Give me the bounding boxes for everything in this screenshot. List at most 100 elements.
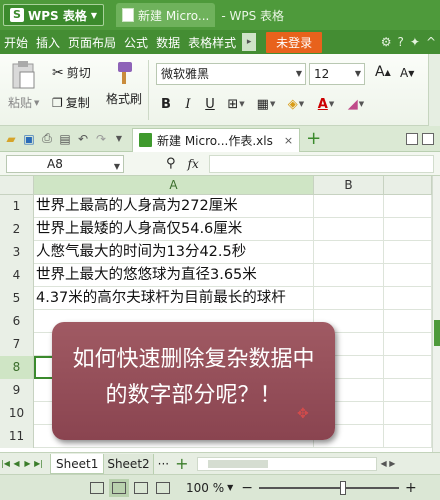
cell-c[interactable] [384,195,432,218]
row-header[interactable]: 4 [0,264,34,287]
row-header[interactable]: 7 [0,333,34,356]
ribbon-scrollbar[interactable] [428,54,440,126]
cell-a[interactable]: 人憋气最大的时间为13分42.5秒 [34,241,314,264]
cell-c[interactable] [384,379,432,402]
insert-function-button[interactable]: fx [188,157,199,171]
cell-c[interactable] [384,287,432,310]
cell-b[interactable] [314,287,384,310]
settings-icon[interactable]: ⚙ [381,35,392,49]
font-color-button[interactable]: A ▼ [312,94,340,114]
select-all-corner[interactable] [0,176,34,195]
paste-icon[interactable] [10,60,36,90]
cell-c[interactable] [384,241,432,264]
row-header[interactable]: 9 [0,379,34,402]
restore-icon[interactable] [406,132,418,145]
clear-format-button[interactable]: ◢ ▼ [342,94,370,114]
cell-b[interactable] [314,195,384,218]
menu-data[interactable]: 数据 [152,34,184,51]
sheet-tab-2[interactable]: Sheet2 [104,453,154,474]
row-header[interactable]: 8 [0,356,34,379]
zoom-slider[interactable] [259,480,400,495]
menu-home[interactable]: 开始 [0,34,32,51]
cell-c[interactable] [384,425,432,448]
increase-font-button[interactable]: A ▲ [375,64,391,80]
page-break-view-icon[interactable] [134,481,148,494]
save-icon[interactable]: ▣ [22,132,36,146]
bold-button[interactable]: B [156,94,176,114]
copy-button[interactable]: ❐ 复制 [52,94,90,111]
more-sheets-button[interactable]: ··· [158,457,169,471]
new-tab-button[interactable]: + [306,128,321,149]
italic-button[interactable]: I [178,94,198,114]
magnifier-icon[interactable]: ⚲ [166,156,176,171]
fill-color-button[interactable]: ◈ ▼ [282,94,310,114]
zoom-in-button[interactable]: + [405,480,417,496]
cell-a[interactable]: 世界上最大的悠悠球为直径3.65米 [34,264,314,287]
cell-c[interactable] [384,218,432,241]
print-preview-icon[interactable]: ▤ [58,132,72,146]
formula-input[interactable] [208,154,434,173]
document-title-tab[interactable]: 新建 Micro... [116,3,216,27]
row-header[interactable]: 1 [0,195,34,218]
file-tab[interactable]: 新建 Micro...作表.xls × [132,127,301,152]
underline-button[interactable]: U [200,94,220,114]
vertical-scrollbar[interactable] [432,176,440,452]
paste-button[interactable]: 粘贴 ▼ [8,94,39,111]
menu-page-layout[interactable]: 页面布局 [64,34,120,51]
column-header-c[interactable] [384,176,432,195]
login-button[interactable]: 未登录 [266,31,323,53]
column-header-b[interactable]: B [314,176,384,195]
format-painter-button[interactable]: 格式刷 [104,60,144,107]
column-header-a[interactable]: A [34,176,314,195]
next-sheet-icon[interactable]: ▶ [22,459,33,468]
cell-b[interactable] [314,241,384,264]
undo-icon[interactable]: ↶ [76,132,90,146]
last-sheet-icon[interactable]: ▶| [33,459,44,468]
cell-b[interactable] [314,264,384,287]
normal-view-icon[interactable] [90,481,104,494]
merge-button[interactable]: ▦ ▼ [252,94,280,114]
cut-button[interactable]: ✂ 剪切 [52,64,91,81]
chevron-down-icon[interactable]: ▼ [227,483,233,492]
border-button[interactable]: ⊞ ▼ [222,94,250,114]
cell-a[interactable]: 世界上最矮的人身高仅54.6厘米 [34,218,314,241]
folder-icon[interactable]: ▰ [4,132,18,146]
cell-c[interactable] [384,356,432,379]
first-sheet-icon[interactable]: |◀ [0,459,11,468]
page-layout-view-icon[interactable] [109,478,129,497]
tile-icon[interactable] [422,132,434,145]
font-name-select[interactable]: 微软雅黑 ▼ [156,63,306,85]
print-icon[interactable]: ⎙ [40,131,54,146]
prev-sheet-icon[interactable]: ◀ [11,459,22,468]
scroll-arrows[interactable]: ◀ ▶ [381,459,396,468]
cell-c[interactable] [384,402,432,425]
menu-scroll-right-button[interactable]: ▸ [242,33,257,51]
cell-c[interactable] [384,264,432,287]
row-header[interactable]: 10 [0,402,34,425]
sheet-tab-1[interactable]: Sheet1 [50,453,105,474]
horizontal-scrollbar[interactable] [196,456,377,471]
help-icon[interactable]: ? [398,35,404,49]
scroll-thumb[interactable] [207,459,268,468]
chevron-down-icon[interactable]: ▼ [112,132,126,146]
zoom-out-button[interactable]: − [241,480,253,496]
row-header[interactable]: 5 [0,287,34,310]
menu-insert[interactable]: 插入 [32,34,64,51]
row-header[interactable]: 6 [0,310,34,333]
zoom-level[interactable]: 100 % [186,481,224,495]
collapse-ribbon-icon[interactable]: ^ [426,35,436,49]
cell-c[interactable] [384,333,432,356]
row-header[interactable]: 2 [0,218,34,241]
zoom-slider-thumb[interactable] [340,480,347,495]
side-panel-toggle[interactable] [434,320,440,346]
cell-a[interactable]: 4.37米的高尔夫球杆为目前最长的球杆 [34,287,314,310]
add-sheet-button[interactable]: + [175,454,188,473]
close-icon[interactable]: × [284,134,293,147]
cell-c[interactable] [384,310,432,333]
app-menu-button[interactable]: S WPS 表格 ▼ [3,4,105,26]
font-size-select[interactable]: 12 ▼ [309,63,365,85]
skin-icon[interactable]: ✦ [410,35,420,49]
decrease-font-button[interactable]: A ▼ [400,66,414,80]
reading-view-icon[interactable] [156,481,170,494]
menu-table-style[interactable]: 表格样式 [184,34,240,51]
